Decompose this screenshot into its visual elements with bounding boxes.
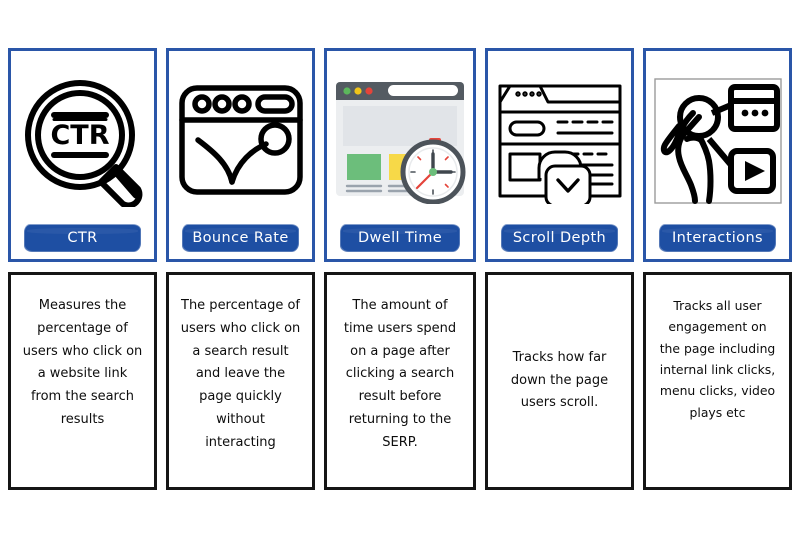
icon-card-bounce-rate: Bounce Rate xyxy=(166,48,315,262)
description-card-bounce-rate: The percentage of users who click on a s… xyxy=(166,272,315,490)
icon-card-interactions: Interactions xyxy=(643,48,792,262)
icon-card-scroll-depth: Scroll Depth xyxy=(485,48,634,262)
card-label-banner-scroll-depth: Scroll Depth xyxy=(501,225,618,251)
magnifier-ctr-icon: CTR xyxy=(17,60,148,221)
metrics-card-board: CTR CTR Bounce Rate Dwell Time Scroll De… xyxy=(0,0,800,533)
description-text: The amount of time users spend on a page… xyxy=(343,298,457,450)
card-label-banner-dwell-time: Dwell Time xyxy=(341,225,459,251)
description-text: Tracks how far down the page users scrol… xyxy=(510,349,609,411)
card-label-banner-ctr: CTR xyxy=(24,225,141,251)
description-text: Measures the percentage of users who cli… xyxy=(22,298,143,427)
icon-card-ctr: CTR CTR xyxy=(8,48,157,262)
description-card-scroll-depth: Tracks how far down the page users scrol… xyxy=(485,272,634,490)
description-card-interactions: Tracks all user engagement on the page i… xyxy=(643,272,792,490)
card-label-banner-bounce-rate: Bounce Rate xyxy=(182,225,299,251)
card-label-text: Dwell Time xyxy=(357,230,443,246)
card-label-banner-interactions: Interactions xyxy=(659,225,776,251)
browser-bounce-icon xyxy=(175,60,306,221)
description-text: Tracks all user engagement on the page i… xyxy=(659,298,776,420)
webpage-scroll-chevron-icon xyxy=(494,60,625,221)
card-label-text: Bounce Rate xyxy=(192,230,289,246)
card-label-text: Scroll Depth xyxy=(512,230,607,246)
svg-text:CTR: CTR xyxy=(50,120,109,151)
description-card-dwell-time: The amount of time users spend on a page… xyxy=(324,272,476,490)
description-card-ctr: Measures the percentage of users who cli… xyxy=(8,272,157,490)
icon-card-dwell-time: Dwell Time xyxy=(324,48,476,262)
cards-grid: CTR CTR Bounce Rate Dwell Time Scroll De… xyxy=(8,48,792,490)
browser-stopwatch-icon xyxy=(333,60,467,221)
card-label-text: Interactions xyxy=(671,230,763,246)
card-label-text: CTR xyxy=(67,230,98,246)
hand-tap-media-icon xyxy=(652,60,783,221)
description-text: The percentage of users who click on a s… xyxy=(180,298,301,450)
